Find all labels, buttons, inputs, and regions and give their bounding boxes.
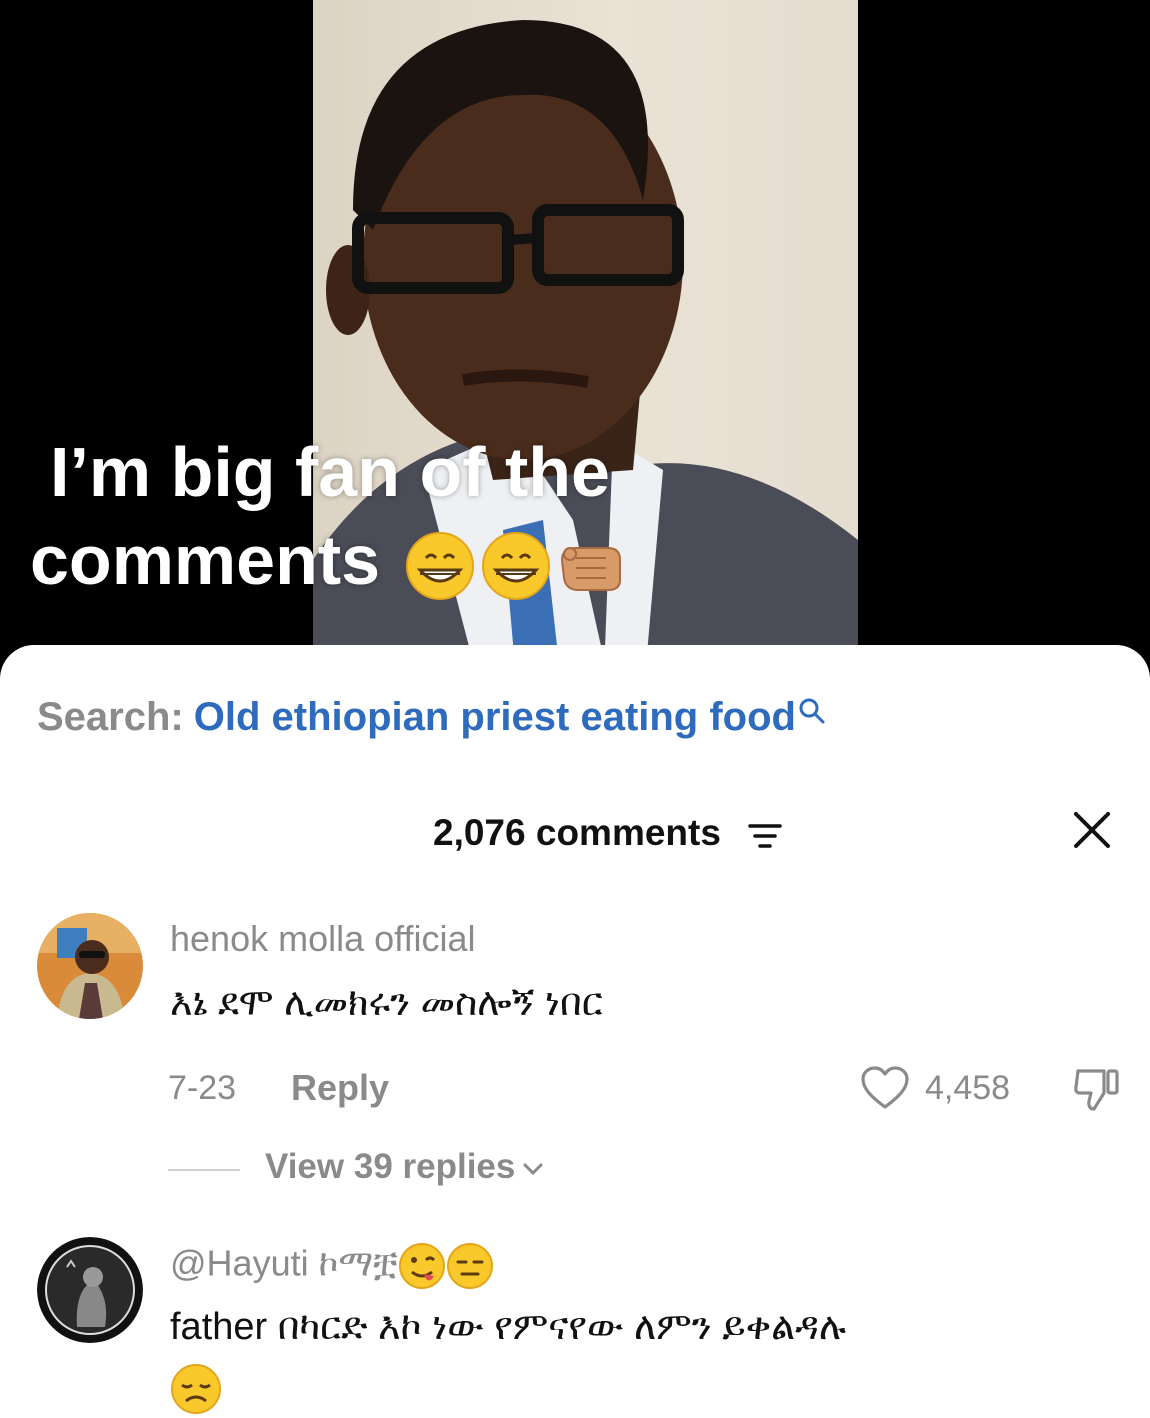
caption-line-2-text: comments <box>30 521 381 599</box>
reply-button[interactable]: Reply <box>291 1067 389 1109</box>
comment-username-text: @Hayuti ኮማቿ <box>170 1242 398 1284</box>
comments-header: 2,076 comments <box>0 810 1150 860</box>
video-caption: I’m big fan of the comments <box>30 428 730 604</box>
avatar[interactable] <box>37 1237 143 1343</box>
comment-meta: 7-23 Reply 4,458 <box>0 1065 1150 1115</box>
caption-line-2: comments <box>30 516 730 604</box>
comment-username[interactable]: henok molla official <box>170 918 476 960</box>
avatar[interactable] <box>37 913 143 1019</box>
view-replies-label: View 39 replies <box>265 1147 516 1186</box>
pointing-fist-emoji-icon <box>560 546 621 591</box>
comment-text: father በካርድ እኮ ነው የምናየው ለምን ይቀልዳሉ <box>170 1297 1100 1417</box>
dislike-icon[interactable] <box>1072 1065 1122 1113</box>
heart-icon[interactable] <box>860 1065 910 1111</box>
expressionless-emoji-icon <box>446 1243 493 1289</box>
like-count: 4,458 <box>925 1069 1011 1107</box>
disappointed-emoji-icon <box>171 1363 221 1414</box>
view-replies-row[interactable]: View 39 replies <box>0 1143 1150 1193</box>
winking-tongue-emoji-icon <box>398 1243 445 1289</box>
comment-username[interactable]: @Hayuti ኮማቿ <box>170 1242 494 1290</box>
search-label: Search: <box>37 695 184 739</box>
comments-count: 2,076 comments <box>433 812 721 853</box>
comment-text: እኔ ደሞ ሊመክሩን መስሎኝ ነበር <box>170 982 603 1024</box>
sort-icon[interactable] <box>748 822 782 850</box>
comments-sheet: Search: Old ethiopian priest eating food … <box>0 645 1150 1418</box>
view-replies-button[interactable]: View 39 replies <box>265 1147 545 1187</box>
close-icon[interactable] <box>1072 810 1112 850</box>
caption-line-1: I’m big fan of the <box>50 433 610 511</box>
search-suggestion[interactable]: Search: Old ethiopian priest eating food <box>37 695 826 740</box>
search-icon <box>799 698 825 724</box>
comment-date: 7-23 <box>168 1069 237 1107</box>
video-player[interactable]: I’m big fan of the comments <box>0 0 1150 700</box>
search-query-link[interactable]: Old ethiopian priest eating food <box>194 695 796 739</box>
grinning-face-emoji-icon <box>481 531 550 600</box>
replies-divider <box>168 1169 240 1171</box>
grinning-face-emoji-icon <box>405 531 474 600</box>
chevron-down-icon <box>523 1163 543 1175</box>
caption-emojis <box>404 530 628 602</box>
comment-text-body: father በካርድ እኮ ነው የምናየው ለምን ይቀልዳሉ <box>170 1306 847 1348</box>
